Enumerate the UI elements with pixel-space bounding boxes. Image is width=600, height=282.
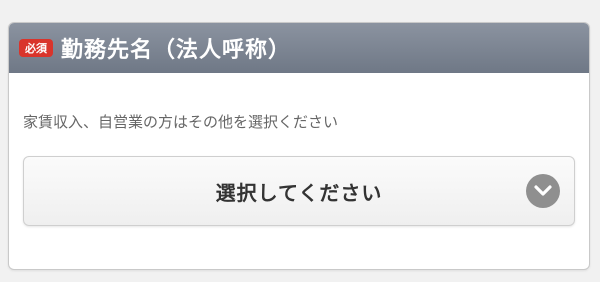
field-body: 家賃収入、自営業の方はその他を選択ください 選択してください bbox=[9, 111, 589, 226]
employer-select[interactable]: 選択してください bbox=[23, 156, 575, 226]
field-note: 家賃収入、自営業の方はその他を選択ください bbox=[23, 113, 339, 131]
field-title: 勤務先名（法人呼称） bbox=[61, 38, 292, 63]
chevron-down-icon bbox=[526, 174, 560, 208]
employer-name-field-card: 必須 勤務先名（法人呼称） 家賃収入、自営業の方はその他を選択ください 選択して… bbox=[8, 22, 590, 270]
required-badge: 必須 bbox=[19, 39, 53, 57]
select-value: 選択してください bbox=[215, 180, 383, 205]
field-header: 必須 勤務先名（法人呼称） bbox=[9, 23, 589, 73]
